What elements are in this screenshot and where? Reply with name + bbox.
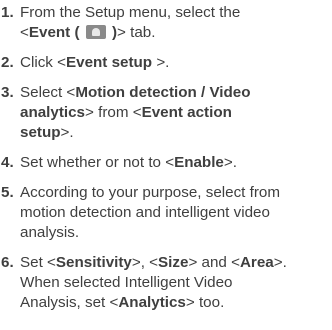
text: > from <: [85, 104, 142, 121]
step-5-line-2: motion detection and intelligent video: [20, 204, 270, 221]
step-6: 6. Set <Sensitivity>, <Size> and <Area>.…: [0, 253, 330, 313]
text: > and <: [188, 254, 240, 271]
step-6-line-3: Analysis, set <Analytics> too.: [20, 293, 330, 313]
motion-detection-label: Motion detection / Video: [75, 84, 251, 101]
step-number: 3.: [1, 84, 14, 101]
step-number: 4.: [1, 154, 14, 171]
step-5: 5. According to your purpose, select fro…: [0, 183, 330, 243]
step-number: 1.: [1, 4, 14, 21]
text: > too.: [185, 294, 225, 311]
text: > tab.: [117, 24, 156, 41]
step-3-line-2: analytics> from <Event action: [20, 103, 330, 123]
text: >.: [273, 254, 287, 271]
text: >.: [60, 124, 74, 141]
step-2-line-1: Click <Event setup >.: [20, 53, 330, 73]
text: >.: [152, 54, 170, 71]
step-number: 5.: [1, 184, 14, 201]
step-1: 1. From the Setup menu, select the <Even…: [0, 3, 330, 43]
step-6-line-1: Set <Sensitivity>, <Size> and <Area>.: [20, 253, 330, 273]
step-3-line-1: Select <Motion detection / Video: [20, 83, 330, 103]
size-label: Size: [158, 254, 189, 271]
event-action-setup-label: Event action: [141, 104, 232, 121]
event-setup-label: Event setup: [66, 54, 153, 71]
step-1-line-2: <Event ( )> tab.: [20, 23, 330, 43]
text: Click <: [20, 54, 66, 71]
text: Set whether or not to <: [20, 154, 175, 171]
event-action-setup-label-cont: setup: [20, 124, 61, 141]
text: Analysis, set <: [20, 294, 119, 311]
step-number: 6.: [1, 254, 14, 271]
text: >, <: [131, 254, 159, 271]
step-4-line-1: Set whether or not to <Enable>.: [20, 153, 330, 173]
text: Set <: [20, 254, 56, 271]
area-label: Area: [239, 254, 274, 271]
step-4: 4. Set whether or not to <Enable>.: [0, 153, 330, 173]
event-label: Event (: [28, 24, 80, 41]
step-3-line-3: setup>.: [20, 123, 330, 143]
step-5-line-3: analysis.: [20, 224, 80, 241]
step-3: 3. Select <Motion detection / Video anal…: [0, 83, 330, 143]
step-6-line-2: When selected Intelligent Video: [20, 274, 233, 291]
motion-detection-label-cont: analytics: [20, 104, 86, 121]
step-number: 2.: [1, 54, 14, 71]
analytics-label: Analytics: [118, 294, 186, 311]
text: <: [20, 24, 29, 41]
sensitivity-label: Sensitivity: [55, 254, 132, 271]
text: Select <: [20, 84, 76, 101]
step-1-line-1: From the Setup menu, select the: [20, 4, 241, 21]
event-siren-icon: [85, 25, 106, 39]
text: >.: [223, 154, 237, 171]
enable-label: Enable: [174, 154, 224, 171]
step-2: 2. Click <Event setup >.: [0, 53, 330, 73]
step-5-line-1: According to your purpose, select from: [20, 184, 280, 201]
